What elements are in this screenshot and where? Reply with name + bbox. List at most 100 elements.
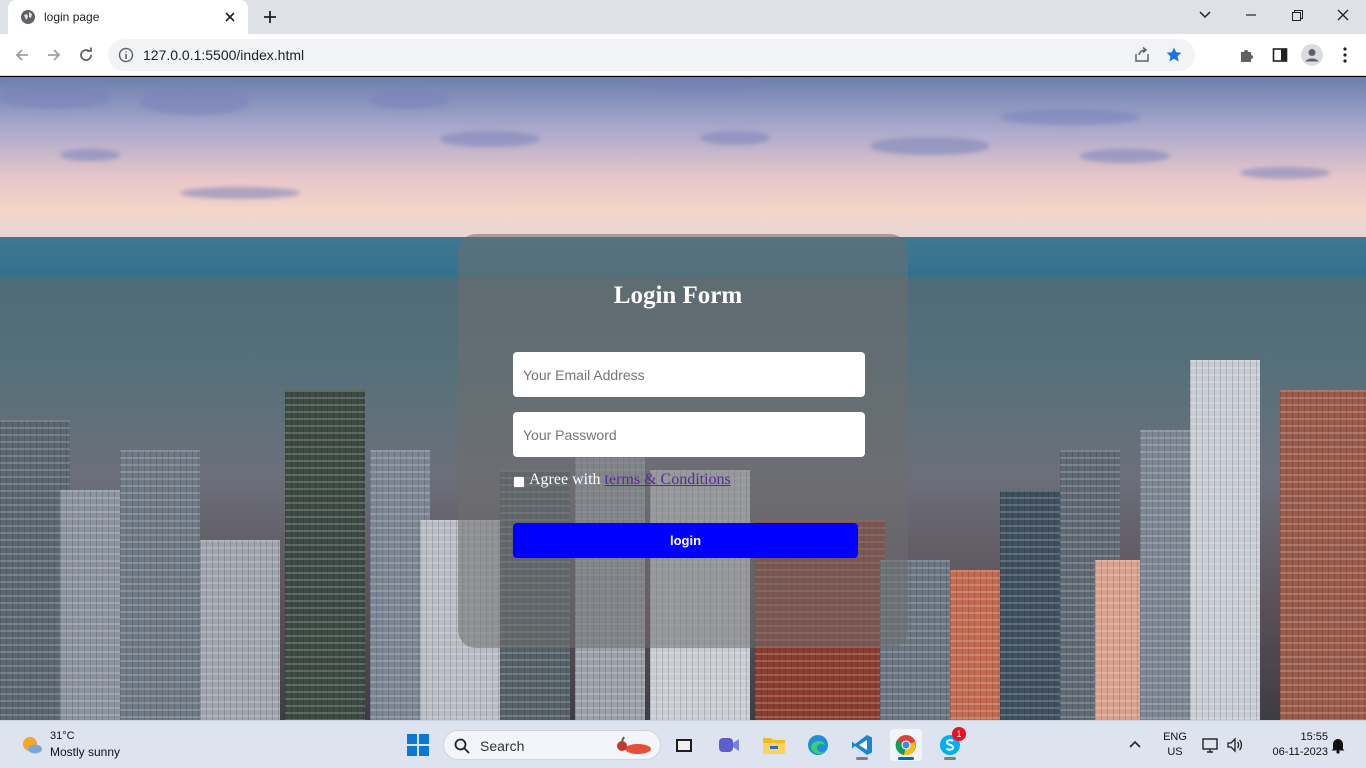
teams-meet-icon xyxy=(719,738,739,752)
bookmark-star-icon[interactable] xyxy=(1165,46,1183,64)
avatar-icon xyxy=(1301,44,1323,66)
task-view-button[interactable] xyxy=(668,729,700,761)
tab-title: login page xyxy=(44,10,100,24)
file-explorer-button[interactable] xyxy=(758,729,790,761)
cloud xyxy=(180,187,300,199)
agree-label: Agree with xyxy=(529,471,601,488)
restore-button[interactable] xyxy=(1274,0,1320,30)
address-bar[interactable]: 127.0.0.1:5500/index.html xyxy=(108,39,1195,71)
close-window-button[interactable] xyxy=(1320,0,1366,30)
globe-icon xyxy=(21,10,35,24)
edge-icon xyxy=(808,735,828,755)
building xyxy=(1280,390,1366,720)
agree-row: Agree with terms & Conditions xyxy=(513,471,731,489)
more-vert-icon xyxy=(1343,47,1347,63)
network-icon xyxy=(1202,738,1218,753)
browser-tab[interactable]: login page xyxy=(8,0,248,34)
system-tray[interactable] xyxy=(1202,736,1244,754)
arrow-right-icon xyxy=(48,49,61,61)
taskbar: 31°C Mostly sunny Search 1 ENG US 15:55 … xyxy=(0,720,1366,768)
tab-strip: login page xyxy=(0,0,1366,34)
search-icon xyxy=(454,738,470,754)
email-field[interactable] xyxy=(513,352,865,397)
cloud xyxy=(1000,109,1140,125)
chrome-icon xyxy=(895,735,916,756)
running-indicator xyxy=(856,757,868,760)
tab-search-button[interactable] xyxy=(1182,0,1228,30)
login-form: Login Form Agree with terms & Conditions… xyxy=(458,234,908,648)
chevron-up-icon[interactable] xyxy=(1128,737,1142,751)
agree-checkbox[interactable] xyxy=(513,475,525,488)
info-icon[interactable] xyxy=(118,47,134,63)
running-indicator xyxy=(898,757,914,760)
building xyxy=(200,540,280,720)
extensions-button[interactable] xyxy=(1237,45,1257,65)
side-panel-button[interactable] xyxy=(1270,45,1290,65)
password-field[interactable] xyxy=(513,412,865,457)
building xyxy=(1140,430,1190,720)
weather-temperature[interactable]: 31°C xyxy=(50,730,75,742)
notification-badge: 1 xyxy=(952,727,966,741)
arrow-left-icon xyxy=(15,49,28,61)
puzzle-icon xyxy=(1241,50,1253,62)
close-icon xyxy=(225,12,235,22)
edge-button[interactable] xyxy=(802,729,834,761)
time: 15:55 xyxy=(1300,731,1328,743)
vscode-button[interactable] xyxy=(846,729,878,761)
search-label: Search xyxy=(480,738,525,754)
building xyxy=(120,450,200,720)
menu-button[interactable] xyxy=(1335,45,1355,65)
chrome-button[interactable] xyxy=(890,729,922,761)
cloud xyxy=(0,87,110,109)
language-code: ENG xyxy=(1163,731,1187,743)
cloud xyxy=(1240,167,1330,179)
building xyxy=(1000,490,1060,720)
sun-cloud-icon[interactable] xyxy=(20,733,44,757)
cloud xyxy=(60,149,120,161)
share-icon[interactable] xyxy=(1133,46,1151,64)
cloud xyxy=(700,131,770,145)
cloud xyxy=(140,89,250,115)
region-code: US xyxy=(1167,746,1183,758)
browser-toolbar: 127.0.0.1:5500/index.html xyxy=(0,34,1366,76)
login-title: Login Form xyxy=(613,282,743,309)
forward-button[interactable] xyxy=(40,41,68,69)
page-viewport: Login Form Agree with terms & Conditions… xyxy=(0,77,1366,720)
cloud xyxy=(370,91,450,109)
weather-description[interactable]: Mostly sunny xyxy=(50,745,120,759)
plus-icon xyxy=(264,11,276,23)
side-panel-icon xyxy=(1272,48,1288,62)
reload-icon xyxy=(80,47,92,61)
login-button[interactable]: login xyxy=(513,523,858,558)
back-button[interactable] xyxy=(8,41,36,69)
start-icon xyxy=(407,734,429,756)
skype-button[interactable]: 1 xyxy=(934,727,966,761)
cloud xyxy=(440,131,540,147)
url-text: 127.0.0.1:5500/index.html xyxy=(143,47,305,63)
cloud xyxy=(1080,149,1170,163)
minimize-icon xyxy=(1246,14,1256,16)
restore-icon xyxy=(1291,9,1303,21)
chevron-down-icon xyxy=(1199,11,1211,19)
minimize-button[interactable] xyxy=(1228,0,1274,30)
cloud xyxy=(640,77,760,91)
teams-meet-button[interactable] xyxy=(713,729,745,761)
cloud xyxy=(870,137,990,155)
reload-button[interactable] xyxy=(72,41,100,69)
bell-icon[interactable] xyxy=(1330,736,1346,754)
clock[interactable]: 15:55 06-11-2023 xyxy=(1256,730,1328,760)
taskbar-search[interactable]: Search xyxy=(443,730,661,760)
building xyxy=(1190,360,1260,720)
file-explorer-icon xyxy=(763,738,785,754)
input-language[interactable]: ENG US xyxy=(1161,730,1189,760)
search-highlight-icon xyxy=(617,736,651,754)
close-icon xyxy=(1337,9,1349,21)
task-view-icon xyxy=(676,739,692,752)
new-tab-button[interactable] xyxy=(258,6,282,28)
building xyxy=(60,490,120,720)
volume-icon xyxy=(1227,737,1243,753)
profile-button[interactable] xyxy=(1300,43,1324,67)
terms-link[interactable]: terms & Conditions xyxy=(605,471,731,489)
start-button[interactable] xyxy=(402,729,434,761)
tab-close-button[interactable] xyxy=(220,7,240,27)
